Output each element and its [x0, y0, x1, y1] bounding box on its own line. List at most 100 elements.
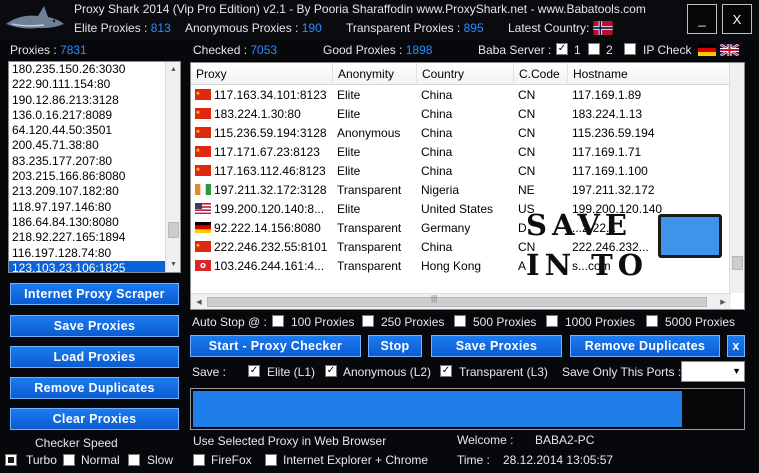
save-transparent-label: Transparent (L3) — [459, 365, 548, 379]
table-row[interactable]: 197.211.32.172:3128 Transparent Nigeria NE 1… — [191, 181, 731, 200]
proxy-list-item[interactable]: 200.45.71.38:80 — [9, 138, 180, 153]
cell-code: NE — [518, 183, 535, 197]
proxy-list-item[interactable]: 203.215.166.86:8080 — [9, 169, 180, 184]
internet-proxy-scraper-button[interactable]: Internet Proxy Scraper — [10, 283, 179, 305]
proxy-list-item[interactable]: 116.197.128.74:80 — [9, 246, 180, 261]
table-row[interactable]: 103.246.244.161:4... Transparent Hong Kong… — [191, 257, 731, 276]
proxy-list-item[interactable]: 136.0.16.217:8089 — [9, 108, 180, 123]
stop-button[interactable]: Stop — [368, 335, 422, 357]
proxy-list-item[interactable]: 123.103.23.106:1825 — [9, 260, 180, 272]
ip-check-checkbox[interactable] — [624, 43, 636, 55]
cell-country: China — [421, 126, 453, 140]
scroll-down-icon[interactable]: ▼ — [166, 257, 180, 272]
load-proxies-button[interactable]: Load Proxies — [10, 346, 179, 368]
minimize-button[interactable]: _ — [687, 4, 717, 34]
proxies-vertical-scrollbar[interactable]: ▲ ▼ — [165, 62, 180, 272]
column-country[interactable]: Country — [417, 63, 514, 85]
normal-radio[interactable] — [63, 454, 75, 466]
proxy-address: 117.163.34.101:8123 — [214, 88, 327, 102]
save-label: Save : — [192, 365, 227, 379]
proxy-address: 222.246.232.55:8101 — [214, 240, 328, 254]
table-row[interactable]: 199.200.120.140:8... Elite United States US… — [191, 200, 731, 219]
auto-stop-1000-checkbox[interactable] — [546, 315, 558, 327]
auto-stop-250-checkbox[interactable] — [362, 315, 374, 327]
proxy-list-item[interactable]: 190.12.86.213:3128 — [9, 93, 180, 108]
proxy-list-item[interactable]: 83.235.177.207:80 — [9, 154, 180, 169]
remove-duplicates-action-button[interactable]: Remove Duplicates — [570, 335, 720, 357]
cell-hostname: 117.169.1.71 — [572, 145, 642, 159]
proxy-list-item[interactable]: 222.90.111.154:80 — [9, 77, 180, 92]
close-window-button[interactable]: X — [722, 4, 752, 34]
server-1-checkbox[interactable]: ✓ — [556, 43, 568, 55]
grid-vertical-scrollbar[interactable] — [729, 63, 744, 293]
save-only-ports-label: Save Only This Ports : — [562, 365, 682, 379]
table-row[interactable]: 92.222.14.156:8080 Transparent Germany D...… — [191, 219, 731, 238]
cell-proxy: 117.163.34.101:8123 — [191, 86, 333, 105]
checked-stat: Checked : 7053 — [193, 43, 278, 57]
firefox-checkbox[interactable] — [193, 454, 205, 466]
proxy-list-item[interactable]: 218.92.227.165:1894 — [9, 230, 180, 245]
scroll-right-icon[interactable]: ▶ — [715, 294, 731, 309]
slow-radio[interactable] — [128, 454, 140, 466]
auto-stop-5000-checkbox[interactable] — [646, 315, 658, 327]
time-label: Time : — [457, 453, 490, 467]
proxy-list-item[interactable]: 213.209.107.182:80 — [9, 184, 180, 199]
proxies-listbox[interactable]: 180.235.150.26:3030 222.90.111.154:80 190.… — [8, 61, 181, 273]
table-row[interactable]: 222.246.232.55:8101 Transparent China CN 222… — [191, 238, 731, 257]
cell-anonymity: Elite — [337, 145, 361, 159]
save-proxies-button[interactable]: Save Proxies — [10, 315, 179, 337]
save-transparent-checkbox[interactable]: ✓ — [440, 365, 452, 377]
norway-flag-icon — [593, 21, 613, 35]
chevron-down-icon: ▼ — [732, 366, 741, 376]
ie-chrome-checkbox[interactable] — [265, 454, 277, 466]
cell-country: China — [421, 88, 453, 102]
cell-hostname: 117.169.1.100 — [572, 164, 648, 178]
normal-label: Normal — [81, 453, 120, 467]
column-anonymity[interactable]: Anonymity — [333, 63, 417, 85]
ie-chrome-label: Internet Explorer + Chrome — [283, 453, 429, 467]
clear-proxies-button[interactable]: Clear Proxies — [10, 408, 179, 430]
cell-country: China — [421, 145, 453, 159]
elite-count: 813 — [150, 21, 171, 35]
cell-country: China — [421, 240, 453, 254]
auto-stop-500-checkbox[interactable] — [454, 315, 466, 327]
scroll-up-icon[interactable]: ▲ — [166, 62, 180, 77]
column-hostname[interactable]: Hostname — [568, 63, 731, 85]
clear-grid-button[interactable]: x — [727, 335, 745, 357]
table-row[interactable]: 183.224.1.30:80 Elite China CN 183.224.1.13 — [191, 105, 731, 124]
proxy-list-item[interactable]: 180.235.150.26:3030 — [9, 62, 180, 77]
grid-vscroll-thumb[interactable] — [732, 256, 743, 270]
table-row[interactable]: 117.171.67.23:8123 Elite China CN 117.169.1.… — [191, 143, 731, 162]
scroll-left-icon[interactable]: ◀ — [191, 294, 207, 309]
us-flag-icon — [195, 203, 211, 214]
server-2-checkbox[interactable] — [588, 43, 600, 55]
proxy-list-item[interactable]: 118.97.197.146:80 — [9, 200, 180, 215]
checked-count: 7053 — [250, 43, 278, 57]
grid-hscroll-thumb[interactable] — [207, 297, 707, 307]
grid-horizontal-scrollbar[interactable]: ◀ ||| ▶ — [191, 293, 731, 309]
proxy-results-grid[interactable]: Proxy Anonymity Country C.Code Hostname … — [190, 62, 745, 310]
remove-duplicates-left-button[interactable]: Remove Duplicates — [10, 377, 179, 399]
ports-combobox[interactable]: ▼ — [681, 361, 745, 382]
table-row[interactable]: 115.236.59.194:3128 Anonymous China CN 115.2… — [191, 124, 731, 143]
save-anonymous-checkbox[interactable]: ✓ — [325, 365, 337, 377]
start-proxy-checker-button[interactable]: Start - Proxy Checker — [190, 335, 361, 357]
proxy-list-item[interactable]: 186.64.84.130:8080 — [9, 215, 180, 230]
german-flag-icon[interactable] — [698, 44, 716, 56]
scroll-thumb[interactable] — [168, 222, 179, 238]
auto-stop-100-checkbox[interactable] — [272, 315, 284, 327]
cell-hostname: ...2-22... — [572, 221, 617, 235]
column-proxy[interactable]: Proxy — [191, 63, 333, 85]
turbo-label: Turbo — [26, 453, 57, 467]
table-row[interactable]: 117.163.112.46:8123 Elite China CN 117.169.1… — [191, 162, 731, 181]
save-elite-checkbox[interactable]: ✓ — [248, 365, 260, 377]
table-row[interactable]: 117.163.34.101:8123 Elite China CN 117.169.1… — [191, 86, 731, 105]
uk-flag-icon[interactable] — [720, 44, 739, 56]
proxy-address: 117.163.112.46:8123 — [214, 164, 326, 178]
proxy-list-item[interactable]: 64.120.44.50:3501 — [9, 123, 180, 138]
proxy-address: 117.171.67.23:8123 — [214, 145, 320, 159]
cell-hostname: 199.200.120.140 — [572, 202, 663, 216]
save-proxies-action-button[interactable]: Save Proxies — [431, 335, 562, 357]
column-ccode[interactable]: C.Code — [514, 63, 568, 85]
turbo-radio[interactable] — [5, 454, 17, 466]
